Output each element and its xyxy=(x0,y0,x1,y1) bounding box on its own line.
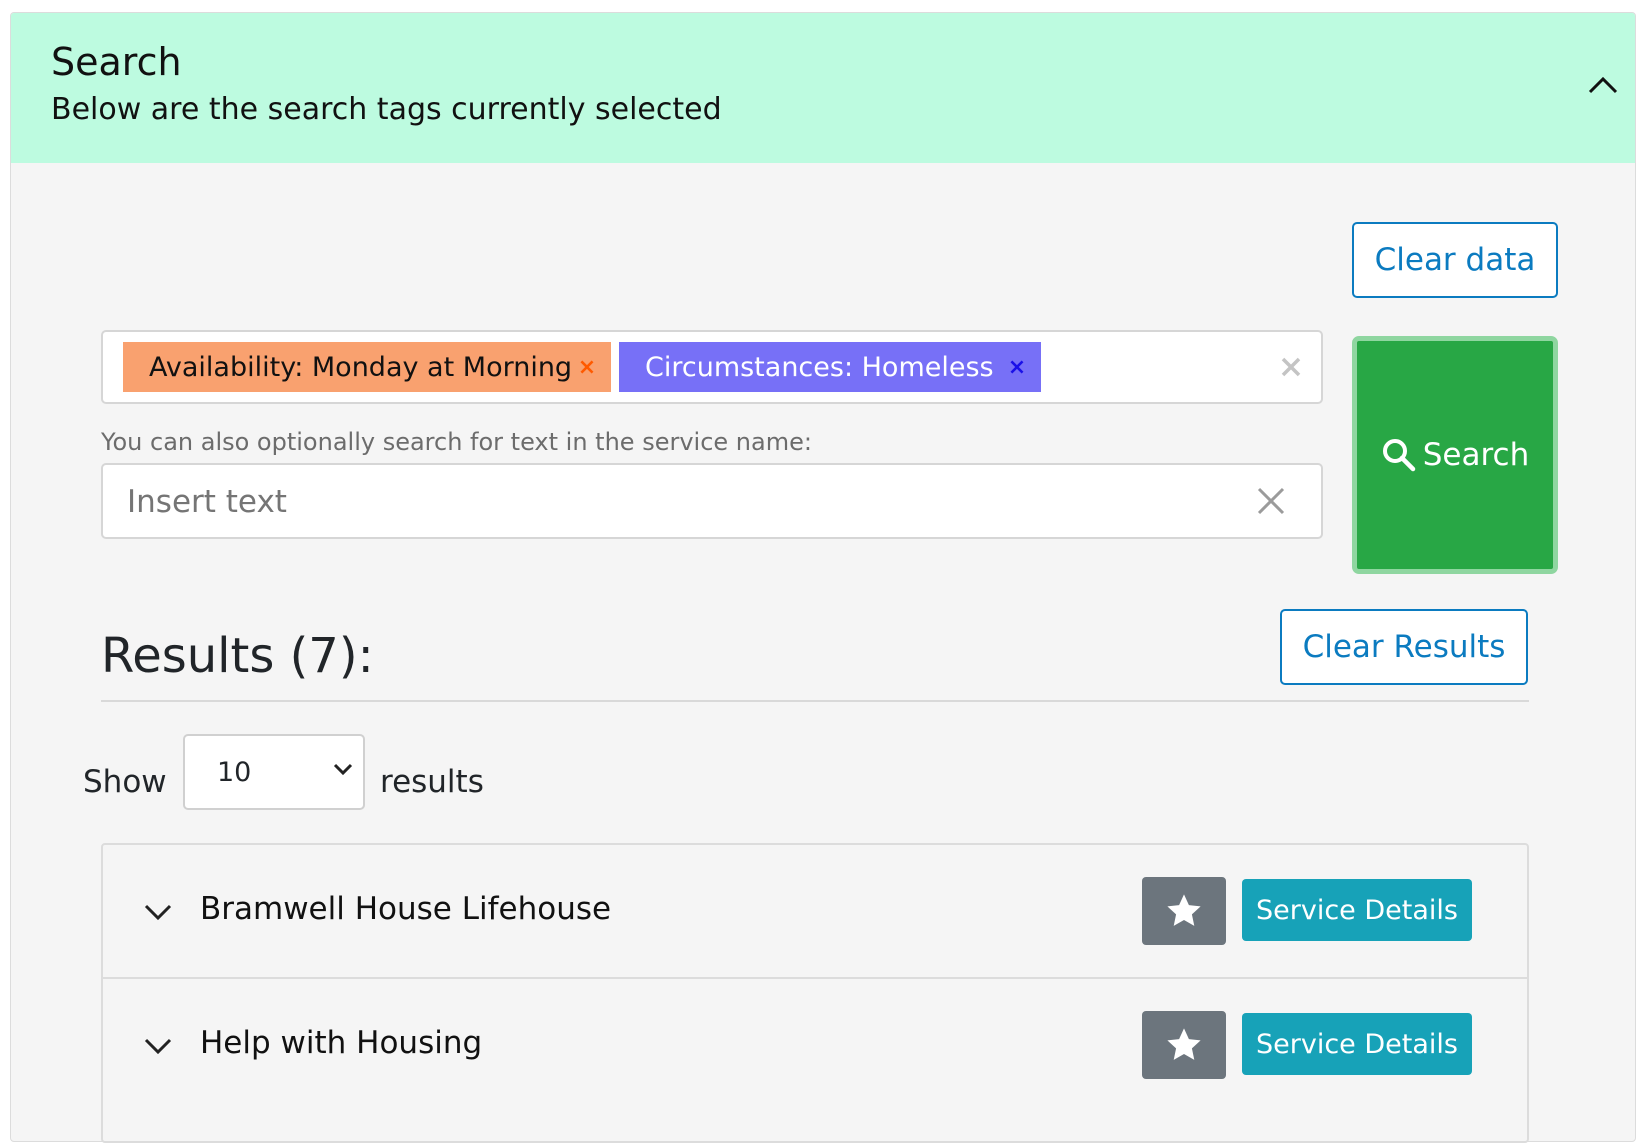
search-button-label: Search xyxy=(1422,437,1530,473)
panel-subtitle: Below are the search tags currently sele… xyxy=(51,92,722,127)
search-panel-header[interactable]: Search Below are the search tags current… xyxy=(11,13,1635,163)
chevron-down-icon xyxy=(333,763,353,776)
result-name: Bramwell House Lifehouse xyxy=(200,891,612,927)
page-size-select[interactable]: 10 xyxy=(183,734,365,810)
text-search-input[interactable] xyxy=(125,465,1229,539)
panel-title: Search xyxy=(51,40,182,84)
tag-label: Availability: Monday at Morning xyxy=(149,351,573,383)
tag-label: Circumstances: Homeless xyxy=(645,351,994,383)
result-list: Bramwell House Lifehouse Service Details… xyxy=(101,843,1529,1143)
result-row: Help with Housing Service Details xyxy=(103,977,1527,1111)
favourite-button[interactable] xyxy=(1142,1011,1226,1079)
service-details-button[interactable]: Service Details xyxy=(1242,1013,1472,1075)
page-size-value: 10 xyxy=(217,756,252,788)
show-label: Show xyxy=(83,764,167,800)
tag-selector[interactable]: Availability: Monday at Morning × Circum… xyxy=(101,330,1323,404)
close-icon xyxy=(1281,357,1301,377)
search-icon xyxy=(1382,439,1415,472)
chevron-down-icon xyxy=(144,1038,172,1055)
service-details-button[interactable]: Service Details xyxy=(1242,879,1472,941)
tag-remove-button[interactable]: × xyxy=(575,342,599,392)
clear-tags-button[interactable] xyxy=(1273,348,1309,386)
close-icon xyxy=(1257,487,1285,515)
chevron-up-icon xyxy=(1588,76,1618,94)
collapse-toggle[interactable] xyxy=(1581,63,1625,107)
tag-availability: Availability: Monday at Morning × xyxy=(123,342,611,392)
clear-results-button[interactable]: Clear Results xyxy=(1280,609,1528,685)
tag-remove-button[interactable]: × xyxy=(1005,342,1029,392)
clear-text-button[interactable] xyxy=(1251,481,1291,521)
result-name: Help with Housing xyxy=(200,1025,483,1061)
result-row: Bramwell House Lifehouse Service Details xyxy=(103,845,1527,979)
favourite-button[interactable] xyxy=(1142,877,1226,945)
results-title: Results (7): xyxy=(101,628,374,684)
clear-data-button[interactable]: Clear data xyxy=(1352,222,1558,298)
results-divider xyxy=(101,700,1529,702)
expand-row-button[interactable] xyxy=(141,895,175,929)
results-label: results xyxy=(380,764,484,800)
star-icon xyxy=(1167,1028,1201,1060)
tag-circumstances: Circumstances: Homeless × xyxy=(619,342,1041,392)
star-icon xyxy=(1167,894,1201,926)
text-search-field xyxy=(101,463,1323,539)
text-search-hint: You can also optionally search for text … xyxy=(101,428,812,456)
expand-row-button[interactable] xyxy=(141,1029,175,1063)
search-button[interactable]: Search xyxy=(1352,336,1558,574)
chevron-down-icon xyxy=(144,904,172,921)
